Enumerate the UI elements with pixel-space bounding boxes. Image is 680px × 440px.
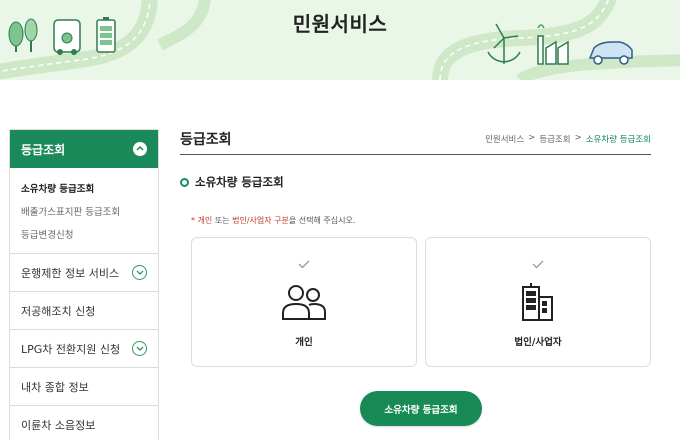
breadcrumb-current: 소유차량 등급조회: [585, 135, 651, 145]
owned-vehicle-lookup-button[interactable]: 소유차량 등급조회: [360, 391, 482, 426]
submenu-grade-change[interactable]: 등급변경신청: [21, 224, 147, 247]
sidebar-item-label: LPG차 전환지원 신청: [21, 342, 121, 356]
corporate-card[interactable]: 법인/사업자: [425, 237, 651, 367]
sidebar-item-grade-lookup[interactable]: 등급조회: [10, 130, 158, 168]
submenu-owned-vehicle[interactable]: 소유차량 등급조회: [21, 178, 147, 201]
sidebar-item-label: 저공해조치 신청: [21, 304, 96, 318]
checkmark-icon: [426, 260, 650, 269]
sidebar: 등급조회 소유차량 등급조회 배출가스표지판 등급조회 등급변경신청 운행제한 …: [9, 129, 159, 440]
chevron-down-icon[interactable]: [132, 341, 147, 356]
sidebar-item-restriction-info[interactable]: 운행제한 정보 서비스: [10, 254, 158, 292]
sidebar-item-low-emission[interactable]: 저공해조치 신청: [10, 292, 158, 330]
chevron-down-icon[interactable]: [132, 265, 147, 280]
sidebar-item-label: 등급조회: [21, 142, 66, 157]
breadcrumb-link[interactable]: 등급조회: [539, 133, 570, 145]
breadcrumb-link[interactable]: 민원서비스: [485, 133, 524, 145]
individual-card[interactable]: 개인: [191, 237, 417, 367]
sidebar-item-label: 운행제한 정보 서비스: [21, 266, 120, 280]
sidebar-item-motorcycle-noise[interactable]: 이륜차 소음정보: [10, 406, 158, 440]
sidebar-item-label: 내차 종합 정보: [21, 380, 89, 394]
section-title: 소유차량 등급조회: [180, 174, 284, 190]
breadcrumb-separator: >: [528, 133, 536, 143]
breadcrumb-separator: >: [574, 133, 582, 143]
page-title: 등급조회: [180, 132, 232, 148]
card-label: 법인/사업자: [514, 337, 562, 348]
sidebar-item-vehicle-info[interactable]: 내차 종합 정보: [10, 368, 158, 406]
building-icon: [426, 282, 650, 322]
bullet-ring-icon: [180, 177, 189, 187]
breadcrumb: 민원서비스 > 등급조회 > 소유차량 등급조회: [485, 133, 651, 145]
submenu-emission-sign[interactable]: 배출가스표지판 등급조회: [21, 201, 147, 224]
card-label: 개인: [295, 337, 313, 348]
banner-title: 민원서비스: [292, 12, 388, 36]
selection-notice: * 개인 또는 법인/사업자 구분을 선택해 주십시오.: [191, 216, 356, 225]
checkmark-icon: [192, 260, 416, 269]
collapse-icon[interactable]: [133, 142, 147, 156]
sidebar-item-lpg-conversion[interactable]: LPG차 전환지원 신청: [10, 330, 158, 368]
sidebar-item-label: 이륜차 소음정보: [21, 418, 96, 432]
banner: 민원서비스: [0, 0, 680, 80]
sidebar-submenu: 소유차량 등급조회 배출가스표지판 등급조회 등급변경신청: [10, 168, 158, 254]
section-title-text: 소유차량 등급조회: [195, 175, 284, 189]
people-icon: [192, 282, 416, 322]
content-header: 등급조회 민원서비스 > 등급조회 > 소유차량 등급조회: [180, 129, 651, 155]
